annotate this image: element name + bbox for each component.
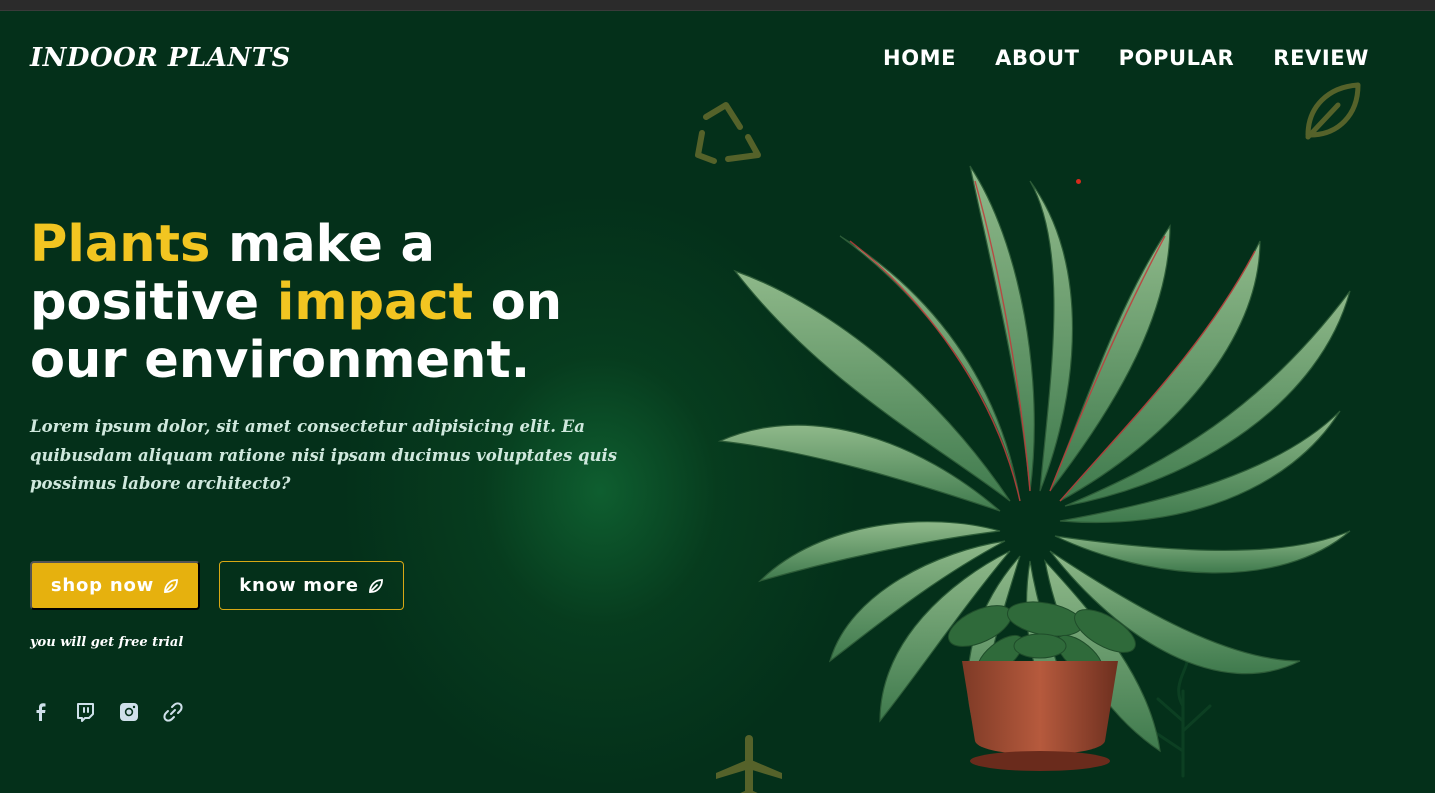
instagram-icon[interactable] <box>118 701 140 723</box>
site-logo[interactable]: INDOOR PLANTS <box>30 43 291 73</box>
headline-accent-plants: Plants <box>30 215 211 274</box>
main-nav: HOME ABOUT POPULAR REVIEW <box>883 46 1369 70</box>
know-more-button[interactable]: know more <box>219 561 404 610</box>
potted-plant-image <box>717 165 1351 771</box>
nav-home[interactable]: HOME <box>883 46 956 70</box>
browser-top-strip <box>0 0 1435 11</box>
twitch-icon[interactable] <box>74 701 96 723</box>
headline-accent-impact: impact <box>276 273 473 332</box>
free-trial-note: you will get free trial <box>30 635 184 650</box>
hero-headline: Plants make a positive impact on our env… <box>30 216 670 390</box>
shop-now-label: shop now <box>50 575 155 596</box>
leaf-icon <box>164 578 179 593</box>
hero-section: INDOOR PLANTS HOME ABOUT POPULAR REVIEW <box>0 11 1435 793</box>
facebook-icon[interactable] <box>30 701 52 723</box>
leaf-outline-icon <box>1305 82 1361 140</box>
nav-about[interactable]: ABOUT <box>995 46 1080 70</box>
nav-review[interactable]: REVIEW <box>1273 46 1369 70</box>
nav-popular[interactable]: POPULAR <box>1119 46 1235 70</box>
leaf-icon <box>368 578 383 593</box>
link-icon[interactable] <box>162 701 184 723</box>
social-links <box>30 701 184 723</box>
know-more-label: know more <box>239 575 359 596</box>
shop-now-button[interactable]: shop now <box>30 561 200 610</box>
hero-description: Lorem ipsum dolor, sit amet consectetur … <box>30 417 618 493</box>
